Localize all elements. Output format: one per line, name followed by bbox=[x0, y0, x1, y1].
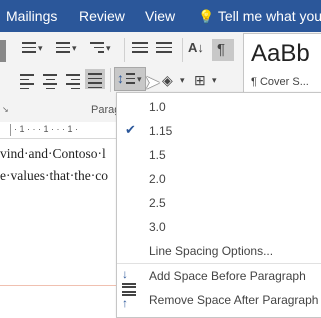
chevron-down-icon[interactable]: ▾ bbox=[180, 72, 185, 88]
tell-me-search[interactable]: 💡 Tell me what you w bbox=[198, 8, 321, 25]
shading-icon[interactable]: ◈ bbox=[162, 72, 173, 88]
line-spacing-button[interactable]: ↕ ▾ bbox=[114, 67, 146, 91]
menu-item-3-0[interactable]: 3.0 bbox=[149, 220, 166, 234]
justify-button[interactable] bbox=[85, 69, 105, 89]
menu-item-remove-space-after[interactable]: ↑ Remove Space After Paragraph bbox=[117, 289, 321, 313]
increase-indent-icon bbox=[156, 42, 172, 53]
divider bbox=[124, 38, 125, 62]
pilcrow-icon: ¶ bbox=[217, 41, 226, 58]
style-name: ¶ Cover S... bbox=[251, 76, 309, 88]
tab-review[interactable]: Review bbox=[79, 8, 125, 24]
chevron-down-icon: ▾ bbox=[72, 43, 77, 53]
document-line-2: e·values·that·the·co bbox=[0, 168, 108, 183]
align-left-icon[interactable] bbox=[20, 74, 34, 89]
menu-item-2-0[interactable]: 2.0 bbox=[149, 172, 166, 186]
decrease-indent-icon bbox=[132, 42, 148, 53]
lightbulb-icon: 💡 bbox=[198, 9, 215, 24]
line-spacing-icon: ↕ bbox=[117, 70, 124, 86]
chevron-down-icon: ▾ bbox=[106, 43, 111, 53]
clipboard-edge bbox=[0, 40, 6, 62]
menu-item-2-5[interactable]: 2.5 bbox=[149, 196, 166, 210]
style-preview: AaBb bbox=[251, 40, 310, 67]
line-spacing-menu: 1.0 ✔ 1.15 1.5 2.0 2.5 3.0 Line Spacing … bbox=[116, 92, 321, 318]
divider bbox=[182, 38, 183, 62]
menu-item-line-spacing-options[interactable]: Line Spacing Options... bbox=[149, 244, 273, 258]
chevron-down-icon: ▾ bbox=[137, 74, 142, 84]
ruler-ticks: · 1 · · · 1 · · · 1 · bbox=[14, 124, 78, 134]
menu-item-1-0[interactable]: 1.0 bbox=[149, 100, 166, 114]
menu-item-1-15[interactable]: 1.15 bbox=[149, 124, 172, 138]
ribbon-tab-bar: Mailings Review View 💡 Tell me what you … bbox=[0, 0, 321, 32]
styles-gallery[interactable]: AaBb ¶ Cover S... bbox=[243, 33, 321, 97]
document-line-1: vind·and·Contoso·l bbox=[0, 146, 106, 161]
line-spacing-lines bbox=[126, 73, 135, 84]
divider bbox=[110, 68, 111, 92]
borders-icon[interactable]: ⊞ bbox=[194, 72, 206, 88]
chevron-down-icon: ▾ bbox=[38, 43, 43, 53]
numbering-icon bbox=[56, 42, 70, 53]
menu-item-1-5[interactable]: 1.5 bbox=[149, 148, 166, 162]
show-hide-button[interactable]: ¶ bbox=[212, 39, 234, 61]
menu-item-add-space-before[interactable]: ↓ Add Space Before Paragraph bbox=[117, 265, 321, 289]
sort-icon[interactable]: A↓ bbox=[188, 40, 204, 56]
chevron-down-icon[interactable]: ▾ bbox=[212, 72, 217, 88]
document-page[interactable]: vind·and·Contoso·l e·values·that·the·co bbox=[0, 139, 118, 317]
tab-view[interactable]: View bbox=[145, 8, 175, 24]
add-space-before-label: Add Space Before Paragraph bbox=[149, 269, 306, 283]
page-edge bbox=[0, 285, 118, 286]
multilevel-list-icon bbox=[90, 42, 104, 53]
tell-me-text: Tell me what you w bbox=[217, 8, 321, 24]
dialog-launcher-icon[interactable]: ↘ bbox=[2, 105, 9, 114]
ruler-left-margin bbox=[0, 124, 11, 136]
justify-icon bbox=[88, 73, 102, 88]
align-right-icon[interactable] bbox=[66, 74, 80, 89]
remove-space-after-label: Remove Space After Paragraph bbox=[149, 293, 319, 307]
checkmark-icon: ✔ bbox=[125, 122, 136, 137]
bullets-icon bbox=[22, 42, 36, 53]
align-center-icon[interactable] bbox=[43, 74, 57, 89]
menu-separator bbox=[117, 263, 321, 264]
ruler: · 1 · · · 1 · · · 1 · bbox=[0, 122, 118, 139]
tab-mailings[interactable]: Mailings bbox=[6, 8, 57, 24]
